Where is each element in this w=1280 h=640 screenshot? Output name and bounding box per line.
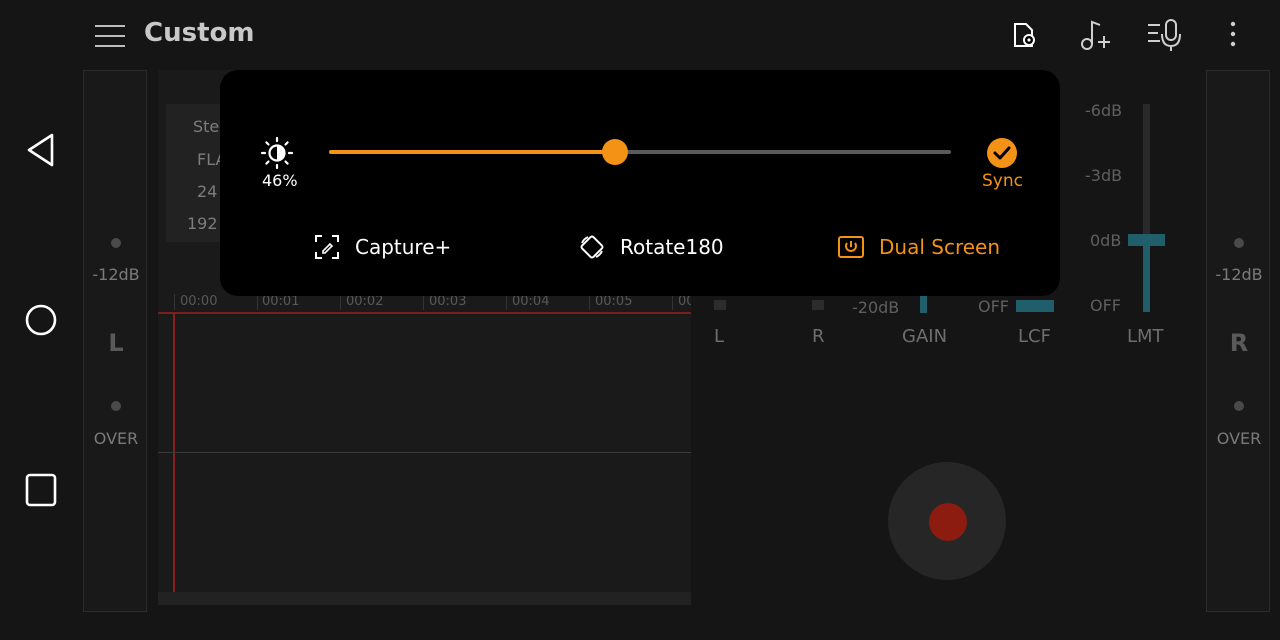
capture-plus-label: Capture+ (355, 235, 452, 259)
left-over-label: OVER (93, 429, 139, 448)
ruler-tick (506, 294, 507, 310)
ruler-tick (589, 294, 590, 310)
ruler-label: 00:01 (262, 294, 300, 309)
record-dot-icon (929, 503, 967, 541)
ruler-tick (672, 294, 673, 310)
ruler-tick (174, 294, 175, 310)
lmt-scale-label: OFF (1090, 296, 1121, 315)
back-button[interactable] (22, 130, 62, 170)
left-peak-dot (111, 238, 121, 248)
dual-screen-button[interactable]: Dual Screen (837, 232, 1000, 262)
lcf-off-label: OFF (978, 297, 1009, 316)
r-meter-bar (812, 300, 824, 310)
ruler-label: 00 (678, 294, 691, 309)
brightness-slider-fill (329, 150, 616, 154)
page-title: Custom (144, 18, 255, 48)
sync-label: Sync (982, 171, 1023, 191)
voice-mic-button[interactable] (1146, 16, 1182, 54)
mic-list-icon (1148, 19, 1181, 51)
gain-db-label: -20dB (852, 298, 900, 317)
brightness-slider-track[interactable] (615, 150, 951, 154)
ruler-tick (257, 294, 258, 310)
left-db-label: -12dB (92, 265, 140, 284)
recents-button[interactable] (22, 470, 62, 510)
info-line: 24 (197, 182, 218, 201)
capture-icon (315, 235, 339, 259)
info-line: 192 (187, 214, 218, 233)
lmt-slider-handle[interactable] (1128, 234, 1165, 246)
sync-checkbox[interactable] (987, 138, 1017, 168)
right-over-dot (1234, 401, 1244, 411)
more-options-button[interactable] (1216, 16, 1250, 54)
brightness-percent: 46% (262, 171, 298, 190)
ruler-label: 00:05 (595, 294, 633, 309)
brightness-slider-knob[interactable] (602, 139, 629, 165)
quick-settings-popup (220, 70, 1060, 296)
more-vertical-icon (1230, 21, 1236, 47)
back-icon (27, 133, 54, 167)
mixer-label-gain: GAIN (902, 326, 948, 347)
right-db-label: -12dB (1215, 265, 1263, 284)
dual-screen-label: Dual Screen (879, 235, 1001, 259)
brightness-icon (260, 136, 294, 170)
timeline-scrollbar[interactable] (158, 592, 691, 605)
mixer-label-lcf: LCF (1018, 326, 1051, 347)
ruler-tick (340, 294, 341, 310)
lmt-scale-label: -3dB (1085, 166, 1123, 185)
left-over-dot (111, 401, 121, 411)
music-add-icon (1081, 20, 1110, 50)
playhead[interactable] (173, 314, 175, 592)
ruler-label: 00:03 (429, 294, 467, 309)
rotate-icon (580, 235, 604, 259)
left-channel-label: L (108, 329, 124, 357)
mixer-label-r: R (812, 326, 825, 347)
right-channel-label: R (1229, 329, 1249, 357)
lmt-scale-label: -6dB (1085, 101, 1123, 120)
lmt-scale-label: 0dB (1090, 231, 1122, 250)
checkmark-icon (993, 146, 1011, 160)
ruler-baseline (158, 312, 691, 314)
waveform-center-line (158, 452, 691, 453)
hamburger-icon (95, 25, 125, 47)
ruler-tick (423, 294, 424, 310)
add-music-button[interactable] (1078, 16, 1114, 54)
recents-icon (25, 473, 57, 507)
gain-slider[interactable] (920, 296, 927, 313)
home-button[interactable] (22, 300, 62, 340)
mixer-label-lmt: LMT (1127, 326, 1164, 347)
l-meter-bar (714, 300, 726, 310)
right-peak-dot (1234, 238, 1244, 248)
file-settings-icon (1014, 23, 1035, 47)
rotate180-label: Rotate180 (620, 235, 724, 259)
file-settings-button[interactable] (1006, 16, 1042, 54)
mixer-label-l: L (714, 326, 725, 347)
menu-button[interactable] (94, 22, 126, 50)
lcf-toggle[interactable] (1016, 300, 1054, 312)
home-icon (25, 304, 57, 336)
capture-plus-button[interactable]: Capture+ (313, 232, 451, 262)
dual-screen-icon (838, 236, 864, 258)
brightness-button[interactable] (260, 136, 294, 170)
ruler-label: 00:02 (346, 294, 384, 309)
right-over-label: OVER (1216, 429, 1262, 448)
ruler-label: 00:00 (180, 294, 218, 309)
ruler-label: 00:04 (512, 294, 550, 309)
rotate180-button[interactable]: Rotate180 (578, 232, 724, 262)
lmt-slider-fill (1143, 240, 1150, 312)
